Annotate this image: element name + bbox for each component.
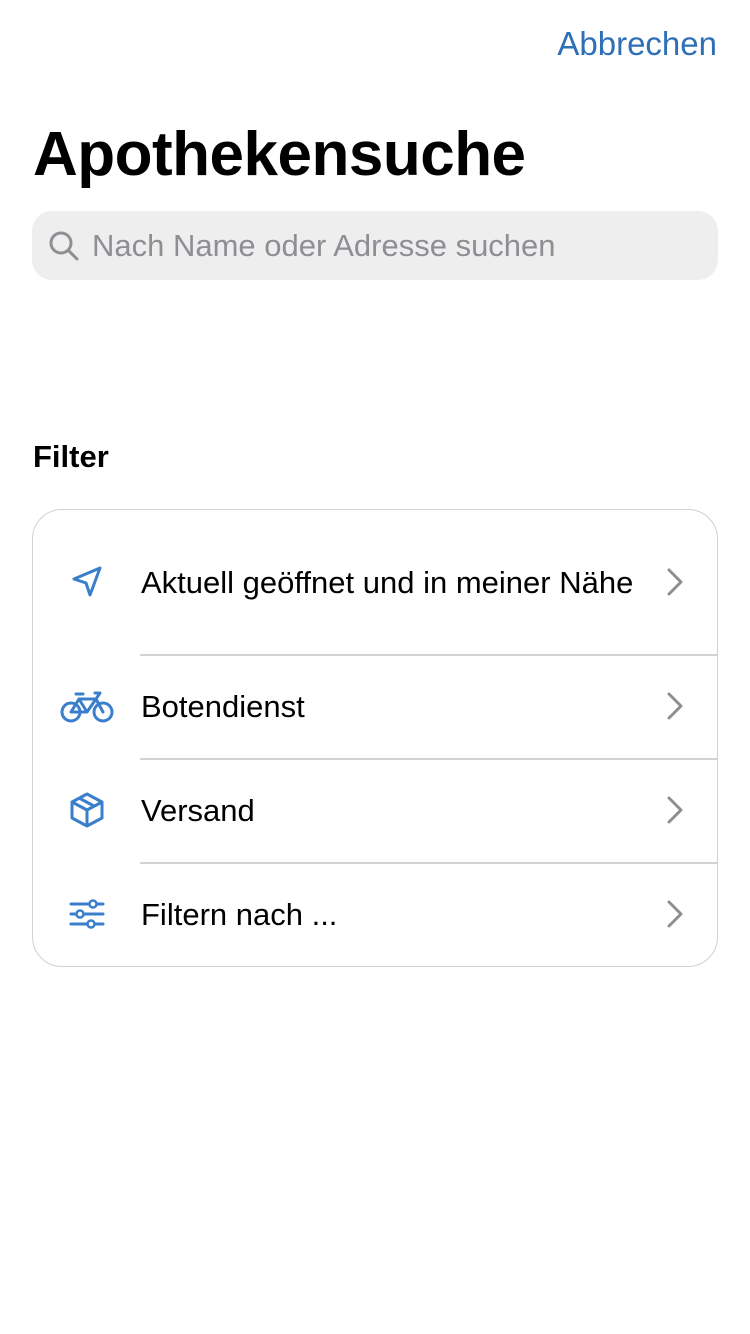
filter-item-filter-by[interactable]: Filtern nach ... (33, 862, 717, 966)
page-title: Apothekensuche (33, 120, 526, 189)
filter-list: Aktuell geöffnet und in meiner Nähe Bote… (32, 509, 718, 967)
filter-item-shipping[interactable]: Versand (33, 758, 717, 862)
search-input[interactable] (92, 227, 702, 264)
filter-item-courier[interactable]: Botendienst (33, 654, 717, 758)
cancel-button[interactable]: Abbrechen (557, 24, 717, 64)
bicycle-icon (33, 688, 141, 724)
chevron-right-icon (667, 692, 683, 720)
chevron-right-icon (667, 900, 683, 928)
search-icon (47, 229, 81, 263)
filter-item-open-nearby[interactable]: Aktuell geöffnet und in meiner Nähe (33, 510, 717, 654)
chevron-right-icon (667, 796, 683, 824)
location-arrow-icon (33, 564, 141, 600)
filter-item-label: Botendienst (141, 688, 305, 724)
search-bar[interactable] (32, 211, 718, 280)
sliders-icon (33, 899, 141, 929)
pharmacy-search-screen: Abbrechen Apothekensuche Filter Aktuell … (0, 0, 750, 1334)
package-icon (33, 791, 141, 829)
filter-section-title: Filter (33, 439, 109, 474)
filter-item-label: Versand (141, 792, 255, 828)
chevron-right-icon (667, 568, 683, 596)
filter-item-label: Filtern nach ... (141, 896, 338, 932)
filter-item-label: Aktuell geöffnet und in meiner Nähe (141, 564, 634, 600)
